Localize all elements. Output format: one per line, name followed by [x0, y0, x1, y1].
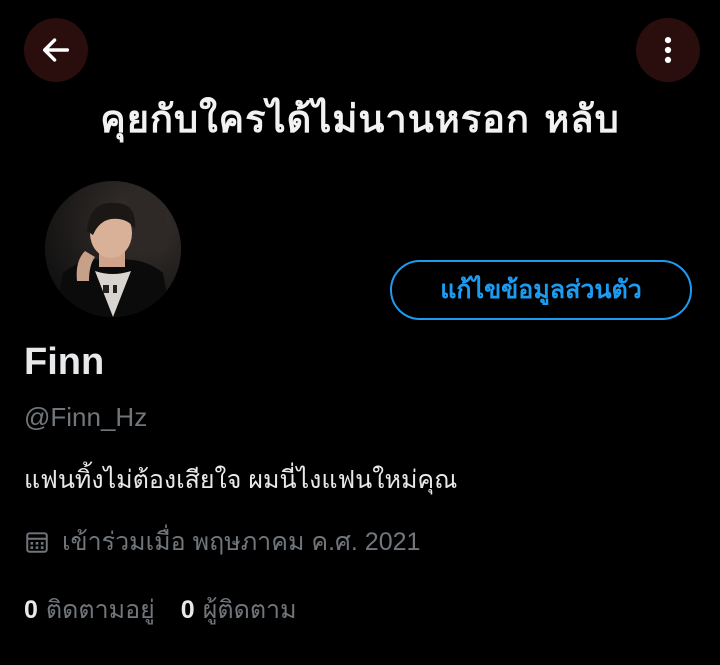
followers-count: 0	[180, 596, 195, 624]
avatar[interactable]	[42, 178, 184, 320]
followers-link[interactable]: 0 ผู้ติดตาม	[181, 590, 297, 630]
user-handle: @Finn_Hz	[24, 402, 148, 432]
profile-stats: 0 ติดตามอยู่ 0 ผู้ติดตาม	[24, 590, 323, 630]
avatar-photo	[45, 181, 181, 317]
more-options-button[interactable]	[636, 18, 700, 82]
arrow-left-icon	[42, 38, 70, 62]
edit-profile-button[interactable]: แก้ไขข้อมูลส่วนตัว	[390, 260, 692, 320]
following-link[interactable]: 0 ติดตามอยู่	[24, 590, 155, 630]
following-label: ติดตามอยู่	[45, 596, 155, 624]
joined-date: เข้าร่วมเมื่อ พฤษภาคม ค.ศ. 2021	[24, 526, 420, 558]
calendar-icon	[26, 532, 48, 553]
back-button[interactable]	[24, 18, 88, 82]
header-banner: คุยกับใครได้ไม่นานหรอก หลับ	[0, 0, 720, 200]
followers-label: ผู้ติดตาม	[202, 596, 297, 624]
joined-text: เข้าร่วมเมื่อ พฤษภาคม ค.ศ. 2021	[62, 528, 421, 556]
more-vertical-icon	[664, 36, 672, 64]
following-count: 0	[24, 596, 38, 624]
banner-text: คุยกับใครได้ไม่นานหรอก หลับ	[100, 96, 620, 141]
profile-bio: แฟนทิ้งไม่ต้องเสียใจ ผมนี่ไงแฟนใหม่คุณ	[24, 466, 458, 494]
display-name: Finn	[24, 341, 105, 383]
